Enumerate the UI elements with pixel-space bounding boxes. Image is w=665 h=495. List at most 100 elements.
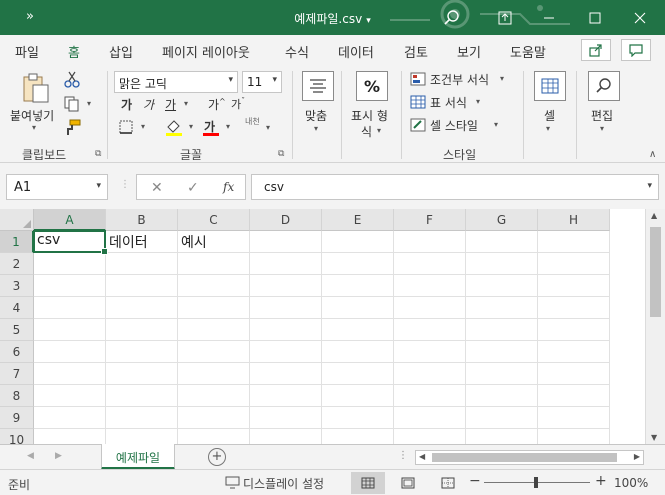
row-header-4[interactable]: 4 bbox=[0, 297, 34, 319]
normal-view-button[interactable] bbox=[351, 472, 385, 494]
zoom-slider[interactable] bbox=[484, 477, 590, 488]
cell-a6[interactable] bbox=[34, 341, 106, 363]
tab-formulas[interactable]: 수식 bbox=[285, 42, 309, 61]
cell-b8[interactable] bbox=[106, 385, 178, 407]
cell-b2[interactable] bbox=[106, 253, 178, 275]
tab-help[interactable]: 도움말 bbox=[510, 42, 546, 61]
phonetic-guide-button[interactable]: 내천 bbox=[245, 118, 260, 126]
minimize-button[interactable] bbox=[527, 0, 571, 35]
cell-a3[interactable] bbox=[34, 275, 106, 297]
cell-a4[interactable] bbox=[34, 297, 106, 319]
cell-h6[interactable] bbox=[538, 341, 610, 363]
worksheet-grid[interactable]: A B C D E F G H 1 csv 데이터 예시 2 3 4 5 6 7 8 9 10 bbox=[0, 209, 665, 444]
cell-h8[interactable] bbox=[538, 385, 610, 407]
cell-a2[interactable] bbox=[34, 253, 106, 275]
cells-button[interactable]: 셀 ▾ bbox=[530, 69, 570, 139]
number-format-button[interactable]: % 표시 형 식 ▾ bbox=[347, 69, 397, 139]
cell-h10[interactable] bbox=[538, 429, 610, 444]
cell-h5[interactable] bbox=[538, 319, 610, 341]
vertical-scrollbar[interactable]: ▲ ▼ bbox=[645, 209, 665, 444]
column-header-b[interactable]: B bbox=[106, 209, 178, 231]
conditional-format-button[interactable]: 조건부 서식 ▾ bbox=[410, 70, 520, 90]
scroll-left-icon[interactable]: ◀ bbox=[419, 452, 425, 461]
zoom-slider-thumb[interactable] bbox=[534, 477, 538, 488]
cell-g8[interactable] bbox=[466, 385, 538, 407]
tab-insert[interactable]: 삽입 bbox=[109, 42, 133, 61]
cell-d6[interactable] bbox=[250, 341, 322, 363]
column-header-e[interactable]: E bbox=[322, 209, 394, 231]
cell-b7[interactable] bbox=[106, 363, 178, 385]
page-layout-view-button[interactable] bbox=[391, 472, 425, 494]
collapse-ribbon-button[interactable]: ∧ bbox=[649, 149, 656, 160]
cell-f8[interactable] bbox=[394, 385, 466, 407]
column-header-c[interactable]: C bbox=[178, 209, 250, 231]
cell-styles-button[interactable]: 셀 스타일 ▾ bbox=[410, 116, 510, 136]
column-header-h[interactable]: H bbox=[538, 209, 610, 231]
scroll-right-icon[interactable]: ▶ bbox=[634, 452, 640, 461]
cell-d5[interactable] bbox=[250, 319, 322, 341]
tab-review[interactable]: 검토 bbox=[404, 42, 428, 61]
cell-h3[interactable] bbox=[538, 275, 610, 297]
cell-h2[interactable] bbox=[538, 253, 610, 275]
cell-c5[interactable] bbox=[178, 319, 250, 341]
zoom-out-button[interactable]: − bbox=[469, 473, 481, 489]
cell-f9[interactable] bbox=[394, 407, 466, 429]
maximize-button[interactable] bbox=[573, 0, 617, 35]
cell-g1[interactable] bbox=[466, 231, 538, 253]
column-header-f[interactable]: F bbox=[394, 209, 466, 231]
tab-file[interactable]: 파일 bbox=[15, 42, 39, 61]
cell-b4[interactable] bbox=[106, 297, 178, 319]
zoom-in-button[interactable]: + bbox=[595, 473, 607, 489]
cut-button[interactable] bbox=[63, 70, 85, 90]
row-header-2[interactable]: 2 bbox=[0, 253, 34, 275]
cell-d7[interactable] bbox=[250, 363, 322, 385]
scroll-up-icon[interactable]: ▲ bbox=[651, 211, 657, 220]
sheet-prev-icon[interactable]: ◀ bbox=[27, 451, 34, 461]
vertical-scroll-thumb[interactable] bbox=[650, 227, 661, 317]
cell-c3[interactable] bbox=[178, 275, 250, 297]
row-header-8[interactable]: 8 bbox=[0, 385, 34, 407]
cell-a1[interactable]: csv bbox=[34, 231, 106, 253]
cell-a9[interactable] bbox=[34, 407, 106, 429]
cell-e4[interactable] bbox=[322, 297, 394, 319]
cell-d4[interactable] bbox=[250, 297, 322, 319]
cell-b3[interactable] bbox=[106, 275, 178, 297]
cell-g2[interactable] bbox=[466, 253, 538, 275]
fill-color-button[interactable]: ▾ bbox=[165, 118, 199, 138]
cell-h1[interactable] bbox=[538, 231, 610, 253]
tab-home[interactable]: 홈 bbox=[66, 42, 82, 68]
phonetic-dropdown-icon[interactable]: ▾ bbox=[266, 123, 270, 132]
cell-a5[interactable] bbox=[34, 319, 106, 341]
formula-input[interactable]: csv ▾ bbox=[251, 174, 659, 200]
column-header-d[interactable]: D bbox=[250, 209, 322, 231]
row-header-3[interactable]: 3 bbox=[0, 275, 34, 297]
search-button[interactable] bbox=[430, 0, 474, 35]
font-color-button[interactable]: 가 ▾ bbox=[202, 118, 236, 138]
cell-b1[interactable]: 데이터 bbox=[106, 231, 178, 253]
editing-button[interactable]: 편집 ▾ bbox=[584, 69, 624, 139]
cell-e2[interactable] bbox=[322, 253, 394, 275]
cell-e7[interactable] bbox=[322, 363, 394, 385]
sheet-next-icon[interactable]: ▶ bbox=[55, 451, 62, 461]
cell-b10[interactable] bbox=[106, 429, 178, 444]
row-header-6[interactable]: 6 bbox=[0, 341, 34, 363]
cell-f6[interactable] bbox=[394, 341, 466, 363]
cell-b6[interactable] bbox=[106, 341, 178, 363]
underline-button[interactable]: 가 bbox=[165, 96, 176, 113]
cell-c8[interactable] bbox=[178, 385, 250, 407]
expand-formula-bar-icon[interactable]: ▾ bbox=[647, 181, 652, 191]
sheet-tab-active[interactable]: 예제파일 bbox=[101, 444, 175, 470]
cell-e10[interactable] bbox=[322, 429, 394, 444]
scroll-down-icon[interactable]: ▼ bbox=[651, 433, 657, 442]
close-button[interactable] bbox=[618, 0, 662, 35]
column-header-g[interactable]: G bbox=[466, 209, 538, 231]
cell-e5[interactable] bbox=[322, 319, 394, 341]
cell-f1[interactable] bbox=[394, 231, 466, 253]
cell-h7[interactable] bbox=[538, 363, 610, 385]
tab-view[interactable]: 보기 bbox=[457, 42, 481, 61]
underline-dropdown-icon[interactable]: ▾ bbox=[184, 99, 188, 108]
cell-g3[interactable] bbox=[466, 275, 538, 297]
cell-f7[interactable] bbox=[394, 363, 466, 385]
cell-c1[interactable]: 예시 bbox=[178, 231, 250, 253]
format-painter-button[interactable] bbox=[63, 119, 85, 139]
